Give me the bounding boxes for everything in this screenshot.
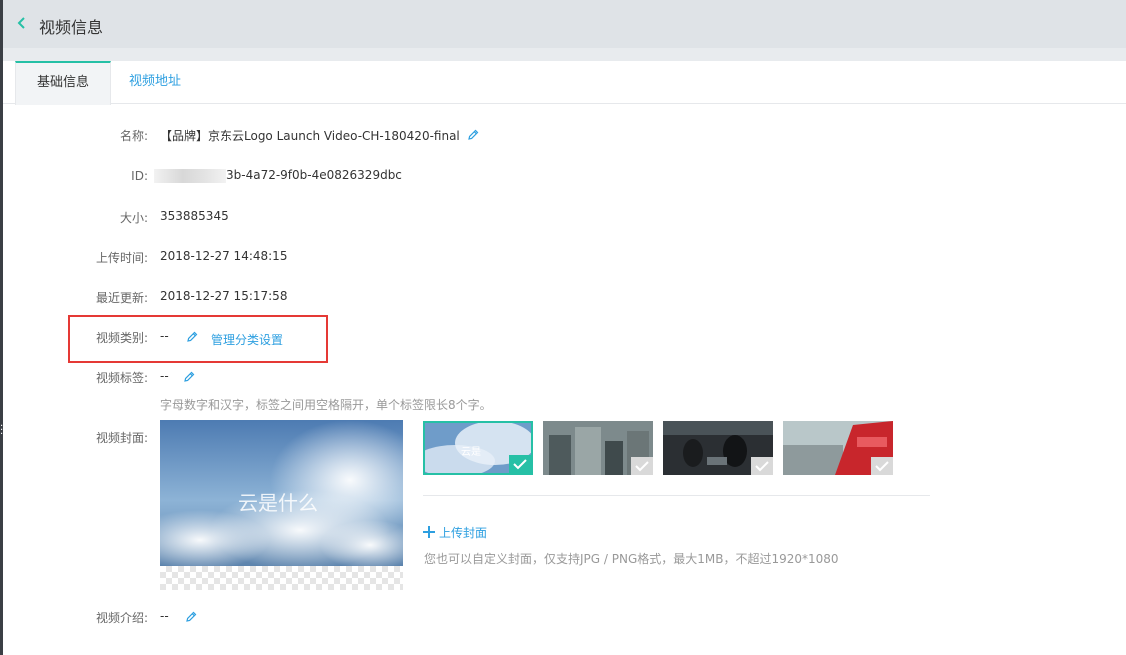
cover-label: 视频封面: (95, 431, 148, 445)
pencil-icon[interactable] (185, 330, 199, 344)
id-value-row: 3b-4a72-9f0b-4e0826329dbc (154, 168, 402, 183)
id-label: ID: (131, 169, 148, 183)
content-panel: 基础信息 视频地址 名称: 【品牌】京东云Logo Launch Video-C… (3, 61, 1126, 655)
category-value: -- (160, 329, 169, 343)
updated-value: 2018-12-27 15:17:58 (160, 289, 288, 303)
pencil-icon[interactable] (466, 128, 480, 142)
divider (423, 495, 930, 496)
check-icon (751, 457, 773, 475)
id-value: 3b-4a72-9f0b-4e0826329dbc (226, 168, 402, 182)
name-value: 【品牌】京东云Logo Launch Video-CH-180420-final (160, 129, 460, 143)
pencil-icon[interactable] (182, 370, 196, 384)
upload-cover-hint: 您也可以自定义封面，仅支持JPG / PNG格式，最大1MB，不超过1920*1… (424, 552, 839, 566)
tab-bar: 基础信息 视频地址 (3, 61, 1126, 105)
intro-value: -- (160, 609, 169, 623)
tags-label: 视频标签: (95, 371, 148, 385)
check-icon (871, 457, 893, 475)
size-value: 353885345 (160, 209, 229, 223)
cover-thumbnail[interactable]: 云是 (423, 421, 533, 475)
intro-label: 视频介绍: (95, 611, 148, 625)
pencil-icon[interactable] (184, 610, 198, 624)
page-header: 视频信息 (3, 0, 1126, 48)
cover-thumbnail[interactable] (543, 421, 653, 475)
plus-icon (423, 526, 435, 538)
cover-preview-image: 云是什么 (160, 420, 403, 590)
updated-label: 最近更新: (95, 291, 148, 305)
check-icon (631, 457, 653, 475)
upload-time-label: 上传时间: (95, 251, 148, 265)
thumb-text: 云是 (461, 446, 481, 458)
cover-thumbnail[interactable] (783, 421, 893, 475)
redacted-blur (154, 168, 226, 183)
tags-hint: 字母数字和汉字，标签之间用空格隔开，单个标签限长8个字。 (160, 398, 492, 412)
cover-text: 云是什么 (238, 491, 318, 515)
tab-basic-info[interactable]: 基础信息 (15, 61, 111, 105)
check-icon (509, 455, 531, 473)
upload-cover-button[interactable]: 上传封面 (423, 524, 487, 541)
page-title: 视频信息 (39, 18, 104, 37)
size-label: 大小: (119, 211, 148, 225)
upload-cover-label: 上传封面 (439, 526, 488, 540)
category-label: 视频类别: (95, 331, 148, 345)
tab-video-url[interactable]: 视频地址 (115, 61, 195, 104)
name-label: 名称: (119, 129, 148, 143)
upload-time-value: 2018-12-27 14:48:15 (160, 249, 288, 263)
tags-value: -- (160, 369, 169, 383)
back-chevron-icon[interactable] (17, 16, 27, 30)
cover-thumbnail[interactable] (663, 421, 773, 475)
manage-category-link[interactable]: 管理分类设置 (211, 331, 283, 348)
